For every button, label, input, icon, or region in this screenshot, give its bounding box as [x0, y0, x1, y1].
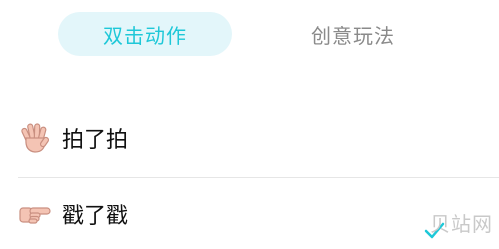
- pointing-hand-icon: [18, 197, 52, 231]
- tab-label: 创意玩法: [311, 23, 395, 48]
- tab-bar: 双击动作 创意玩法: [0, 0, 499, 70]
- tab-creative-play[interactable]: 创意玩法: [278, 12, 428, 56]
- action-label-pat: 拍了拍: [62, 128, 129, 153]
- watermark: 贝站网: [430, 212, 493, 236]
- tab-label: 双击动作: [103, 23, 187, 48]
- action-label-poke: 戳了戳: [62, 204, 129, 229]
- list-item-pat[interactable]: 拍了拍: [0, 112, 499, 164]
- tab-double-tap-action[interactable]: 双击动作: [58, 12, 232, 56]
- divider: [18, 177, 499, 178]
- waving-hand-icon: [18, 121, 52, 155]
